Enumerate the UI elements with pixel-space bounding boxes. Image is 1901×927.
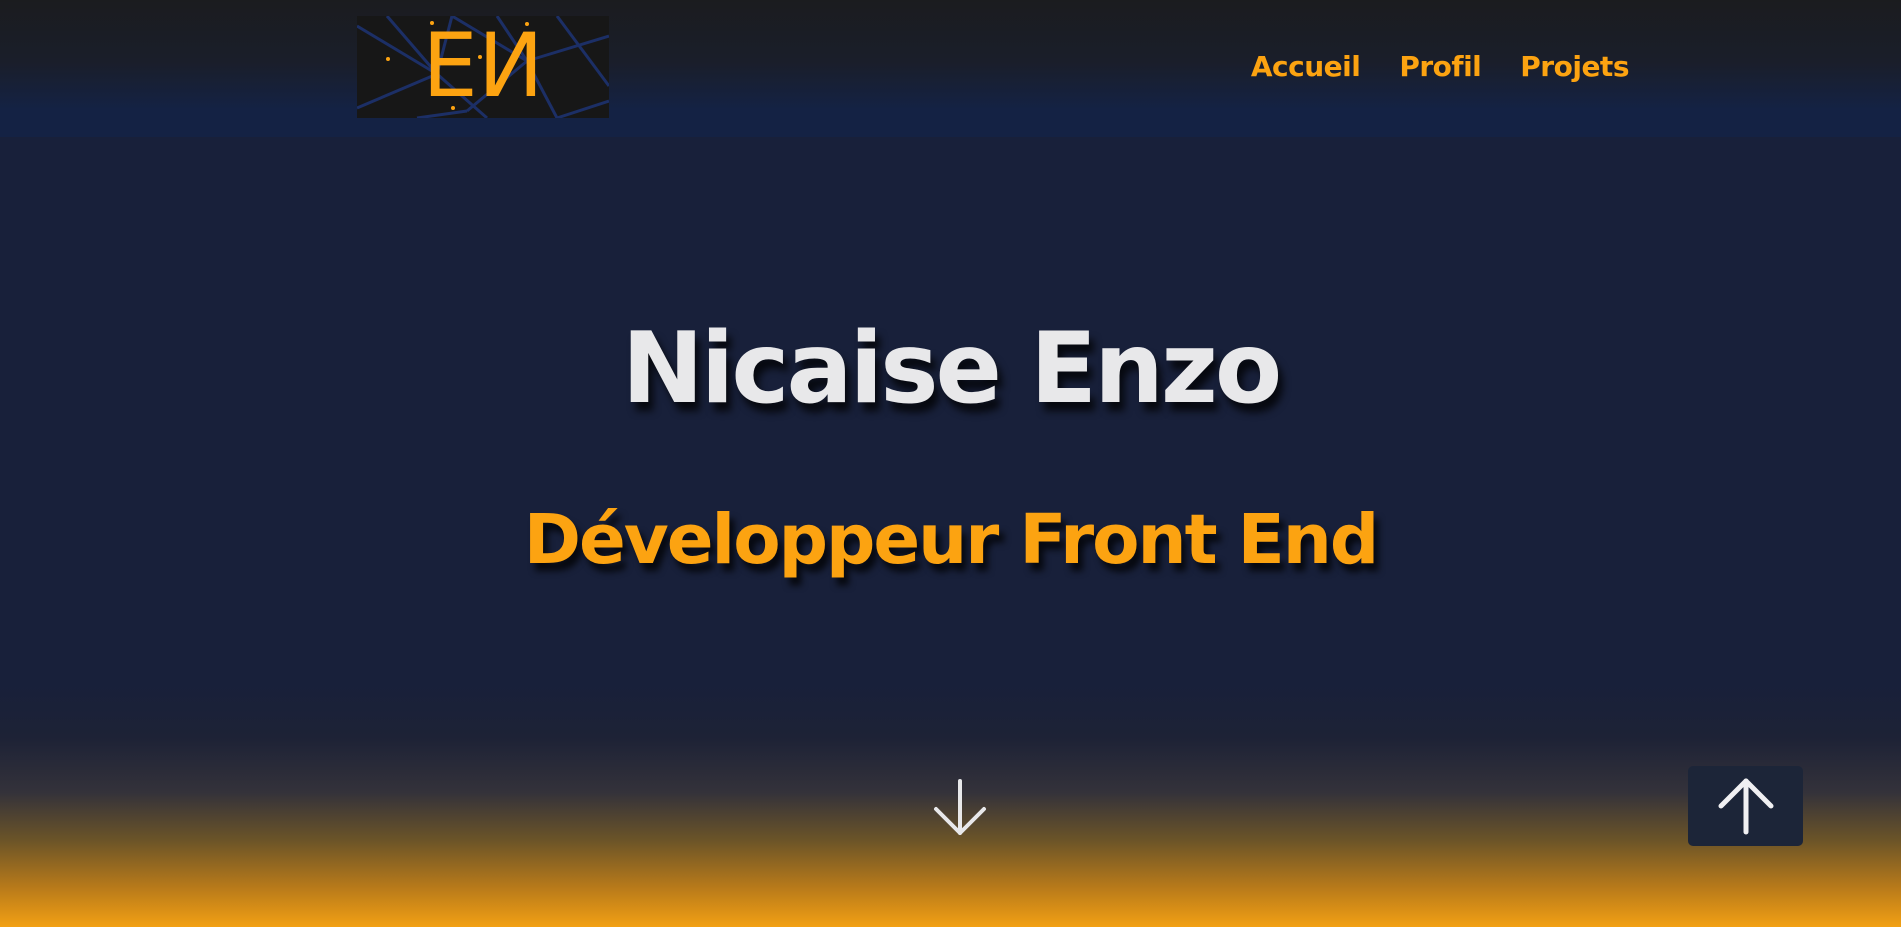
logo[interactable]: EИ bbox=[357, 16, 609, 118]
hero-section: Nicaise Enzo Développeur Front End bbox=[0, 137, 1901, 927]
hero-title: Nicaise Enzo bbox=[621, 312, 1282, 426]
hero-subtitle: Développeur Front End bbox=[523, 500, 1380, 580]
nav-link-accueil[interactable]: Accueil bbox=[1251, 44, 1361, 90]
back-to-top-button[interactable] bbox=[1688, 766, 1803, 846]
scroll-down-arrow-icon[interactable] bbox=[930, 777, 990, 839]
nav-link-profil[interactable]: Profil bbox=[1399, 44, 1481, 90]
logo-text: EИ bbox=[422, 16, 543, 117]
arrow-up-icon bbox=[1718, 778, 1773, 835]
main-nav: Accueil Profil Projets bbox=[1251, 44, 1630, 90]
site-header: EИ Accueil Profil Projets bbox=[0, 0, 1901, 137]
nav-link-projets[interactable]: Projets bbox=[1520, 44, 1629, 90]
